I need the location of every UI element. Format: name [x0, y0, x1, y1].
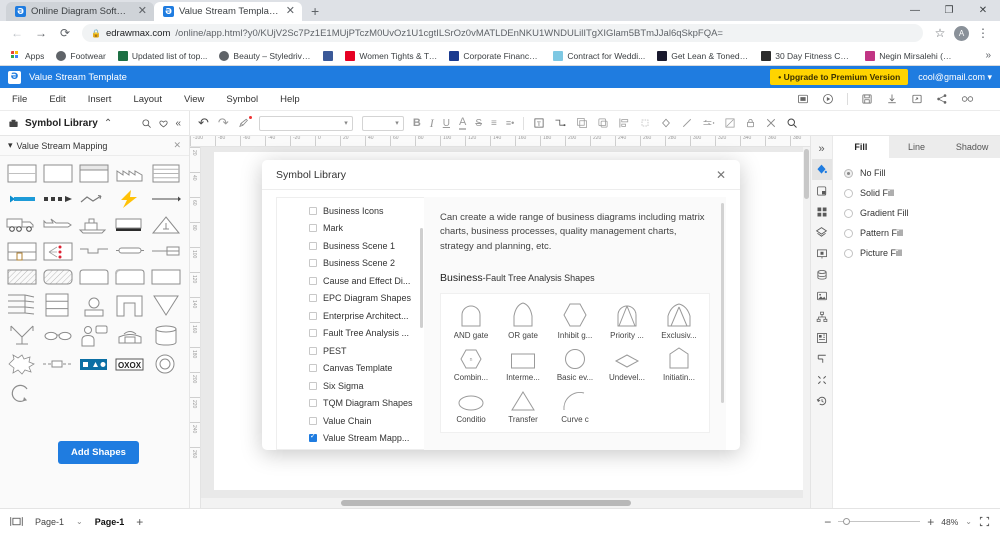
shape-preview-item[interactable]: Conditio — [445, 386, 497, 424]
category-row[interactable]: Cause and Effect Di... — [277, 272, 424, 290]
home-icon — [666, 344, 692, 370]
shape-section-title: Business-Fault Tree Analysis Shapes — [440, 272, 710, 284]
category-description: Can create a wide range of business diag… — [440, 212, 705, 252]
shape-preview-item[interactable]: Interme... — [497, 344, 549, 382]
category-row[interactable]: Fault Tree Analysis ... — [277, 325, 424, 343]
exclusive-or-icon — [666, 302, 692, 328]
dialog-header: Symbol Library ✕ — [262, 160, 740, 190]
category-label: Six Sigma — [323, 380, 364, 391]
category-list: Business Icons Mark Business Scene 1 Busine… — [276, 197, 424, 450]
dialog-body: Business Icons Mark Business Scene 1 Busine… — [262, 190, 740, 450]
checkbox-icon[interactable] — [309, 224, 317, 233]
hexagon-icon — [562, 302, 588, 328]
category-row[interactable]: Value Chain — [277, 412, 424, 430]
shape-preview-label: Interme... — [506, 372, 540, 382]
shape-preview-item[interactable]: OR gate — [497, 302, 549, 340]
shape-preview-item[interactable]: Undevel... — [601, 344, 653, 382]
shape-preview-item[interactable]: Curve c — [549, 386, 601, 424]
checkbox-icon[interactable] — [309, 432, 317, 443]
category-label: TQM Diagram Shapes — [323, 398, 413, 409]
shape-preview-label: Transfer — [508, 414, 538, 424]
svg-text:n: n — [470, 357, 473, 363]
shape-preview-item[interactable]: AND gate — [445, 302, 497, 340]
category-row[interactable]: Business Scene 1 — [277, 237, 424, 255]
and-gate-icon — [458, 302, 484, 328]
shape-preview-item[interactable]: Priority ... — [601, 302, 653, 340]
checkbox-icon[interactable] — [309, 259, 317, 268]
shape-preview-item[interactable]: n Combin... — [445, 344, 497, 382]
checkbox-icon[interactable] — [309, 206, 317, 215]
category-row[interactable]: PEST — [277, 342, 424, 360]
category-label: Cause and Effect Di... — [323, 275, 411, 286]
shape-preview-label: Basic ev... — [556, 372, 594, 382]
circle-icon — [562, 344, 588, 370]
category-row[interactable]: EPC Diagram Shapes — [277, 290, 424, 308]
triangle-icon — [510, 386, 536, 412]
shape-preview-item[interactable]: Exclusiv... — [653, 302, 705, 340]
checkbox-icon[interactable] — [309, 346, 317, 355]
category-detail: Can create a wide range of business diag… — [424, 197, 726, 450]
category-label: EPC Diagram Shapes — [323, 293, 412, 304]
section-suffix: -Fault Tree Analysis Shapes — [482, 272, 595, 283]
category-row[interactable]: Mark — [277, 220, 424, 238]
category-label: Enterprise Architect... — [323, 310, 409, 321]
shape-preview-label: Conditio — [456, 414, 486, 424]
category-scrollbar[interactable] — [420, 228, 423, 328]
category-row[interactable]: Business Scene 2 — [277, 255, 424, 273]
modal-overlay: Symbol Library ✕ Business Icons Mark Busin… — [0, 0, 1000, 543]
shape-preview-item[interactable]: Inhibit g... — [549, 302, 601, 340]
shape-preview-grid: AND gate OR gate Inhibit g... Priority ... E… — [440, 292, 710, 433]
checkbox-icon[interactable] — [309, 311, 317, 320]
shape-preview-label: Exclusiv... — [661, 330, 697, 340]
checkbox-icon[interactable] — [309, 364, 317, 373]
category-label: Business Scene 1 — [323, 240, 396, 251]
category-row[interactable]: Value Stream Mapp... — [277, 430, 424, 448]
checkbox-icon[interactable] — [309, 329, 317, 338]
category-label: PEST — [323, 345, 347, 356]
category-label: Mark — [323, 223, 343, 234]
shape-preview-item[interactable]: Transfer — [497, 386, 549, 424]
category-row[interactable]: Enterprise Architect... — [277, 307, 424, 325]
category-row[interactable]: Canvas Template — [277, 360, 424, 378]
close-icon[interactable]: ✕ — [716, 168, 726, 182]
category-row[interactable]: Six Sigma — [277, 377, 424, 395]
shape-preview-label: Combin... — [453, 372, 489, 382]
category-label: Value Chain — [323, 415, 372, 426]
checkbox-icon[interactable] — [309, 294, 317, 303]
category-label: Business Icons — [323, 205, 384, 216]
section-prefix: Business — [440, 271, 483, 284]
app-root: Ə Online Diagram Software - Edraw ✕ Ə Va… — [0, 0, 1000, 543]
rect-icon — [510, 344, 536, 370]
dialog-title: Symbol Library — [276, 168, 347, 181]
checkbox-icon[interactable] — [309, 241, 317, 250]
category-row[interactable]: Business Icons — [277, 202, 424, 220]
shape-preview-label: OR gate — [508, 330, 538, 340]
shape-preview-item[interactable]: Basic ev... — [549, 344, 601, 382]
checkbox-icon[interactable] — [309, 416, 317, 425]
category-label: Canvas Template — [323, 363, 393, 374]
checkbox-icon[interactable] — [309, 381, 317, 390]
category-label: Value Stream Mapp... — [323, 433, 410, 444]
or-gate-icon — [510, 302, 536, 328]
diamond-icon — [614, 344, 640, 370]
priority-and-icon — [614, 302, 640, 328]
shape-preview-label: Curve c — [561, 414, 589, 424]
shape-preview-item[interactable]: Initiatin... — [653, 344, 705, 382]
category-label: Fault Tree Analysis ... — [323, 328, 410, 339]
shape-preview-label: Inhibit g... — [557, 330, 593, 340]
category-row[interactable]: TQM Diagram Shapes — [277, 395, 424, 413]
detail-scrollbar[interactable] — [721, 203, 724, 403]
shape-preview-label: Initiatin... — [662, 372, 695, 382]
arc-icon — [562, 386, 588, 412]
symbol-library-dialog: Symbol Library ✕ Business Icons Mark Busin… — [262, 160, 740, 450]
checkbox-icon[interactable] — [309, 276, 317, 285]
shape-preview-label: AND gate — [453, 330, 489, 340]
checkbox-icon[interactable] — [309, 399, 317, 408]
shape-preview-label: Undevel... — [608, 372, 646, 382]
shape-preview-label: Priority ... — [610, 330, 644, 340]
hexagon-small-icon: n — [458, 344, 484, 370]
category-label: Business Scene 2 — [323, 258, 396, 269]
ellipse-icon — [457, 386, 485, 412]
